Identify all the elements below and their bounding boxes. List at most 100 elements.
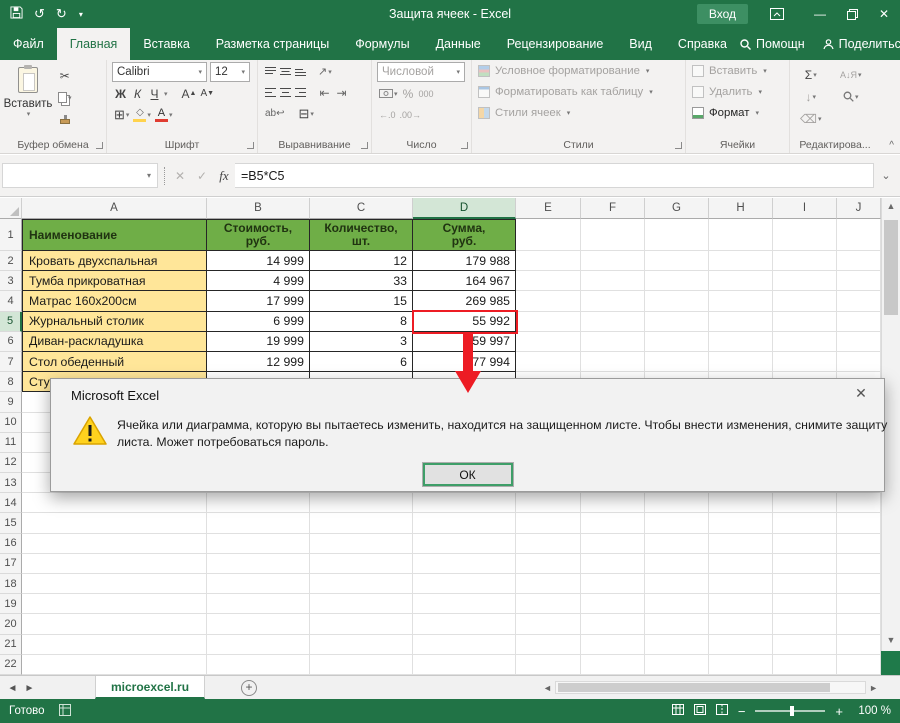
cell-H3[interactable]	[709, 271, 773, 291]
cell-G7[interactable]	[645, 352, 709, 372]
insert-cells-button[interactable]: Вставить▾	[686, 60, 789, 81]
cell-I15[interactable]	[773, 513, 837, 533]
cell-D22[interactable]	[413, 655, 516, 675]
cell-D15[interactable]	[413, 513, 516, 533]
cell-H16[interactable]	[709, 534, 773, 554]
cell-H18[interactable]	[709, 574, 773, 594]
zoom-level[interactable]: 100 %	[853, 705, 891, 717]
cell-C14[interactable]	[310, 493, 413, 513]
cell-A7[interactable]: Стол обеденный	[22, 352, 207, 372]
cell-I1[interactable]	[773, 219, 837, 251]
cell-J15[interactable]	[837, 513, 881, 533]
row-header-4[interactable]: 4	[0, 291, 22, 311]
row-header-16[interactable]: 16	[0, 534, 22, 554]
cell-C6[interactable]: 3	[310, 332, 413, 352]
scroll-down-icon[interactable]: ▼	[882, 635, 900, 645]
cell-C18[interactable]	[310, 574, 413, 594]
align-top-icon[interactable]	[264, 66, 277, 77]
font-name-combo[interactable]: Calibri▾	[112, 62, 207, 82]
cell-I16[interactable]	[773, 534, 837, 554]
cell-G5[interactable]	[645, 312, 709, 332]
cell-B21[interactable]	[207, 635, 310, 655]
ribbon-tab-insert[interactable]: Вставка	[130, 28, 202, 60]
cell-A4[interactable]: Матрас 160x200см	[22, 291, 207, 311]
underline-button[interactable]: Ч	[146, 84, 163, 103]
cell-H21[interactable]	[709, 635, 773, 655]
cell-J4[interactable]	[837, 291, 881, 311]
cell-B4[interactable]: 17 999	[207, 291, 310, 311]
row-header-22[interactable]: 22	[0, 655, 22, 675]
cell-D20[interactable]	[413, 614, 516, 634]
decrease-decimal-button[interactable]: .00→	[398, 105, 424, 124]
cell-B14[interactable]	[207, 493, 310, 513]
col-header-A[interactable]: A	[22, 198, 207, 219]
cell-H2[interactable]	[709, 251, 773, 271]
cell-H19[interactable]	[709, 594, 773, 614]
row-header-12[interactable]: 12	[0, 453, 22, 473]
row-header-19[interactable]: 19	[0, 594, 22, 614]
number-dialog-launcher[interactable]	[461, 142, 468, 149]
cell-G4[interactable]	[645, 291, 709, 311]
fill-color-button[interactable]: ◇▾	[131, 105, 153, 124]
row-header-20[interactable]: 20	[0, 614, 22, 634]
vertical-scroll-thumb[interactable]	[884, 220, 898, 315]
next-sheet-icon[interactable]: ►	[21, 676, 38, 700]
share-item[interactable]: Поделиться	[823, 37, 900, 51]
row-header-11[interactable]: 11	[0, 433, 22, 453]
formula-input[interactable]: =B5*C5	[235, 163, 874, 188]
cell-D4[interactable]: 269 985	[413, 291, 516, 311]
increase-decimal-button[interactable]: ←.0	[377, 105, 398, 124]
format-painter-button[interactable]	[56, 110, 74, 129]
cell-A20[interactable]	[22, 614, 207, 634]
align-left-icon[interactable]	[264, 87, 277, 98]
cut-button[interactable]: ✂	[56, 66, 74, 85]
cell-J5[interactable]	[837, 312, 881, 332]
borders-button[interactable]: ⊞▾	[112, 105, 131, 124]
align-center-icon[interactable]	[279, 87, 292, 98]
new-sheet-button[interactable]: +	[241, 680, 257, 696]
clear-button[interactable]: ⌫▾	[798, 109, 823, 128]
cell-E22[interactable]	[516, 655, 581, 675]
ribbon-tab-page-layout[interactable]: Разметка страницы	[203, 28, 342, 60]
cell-C22[interactable]	[310, 655, 413, 675]
collapse-ribbon-icon[interactable]: ^	[889, 140, 894, 151]
scroll-left-icon[interactable]: ◄	[543, 683, 552, 693]
ribbon-display-options-icon[interactable]	[762, 8, 792, 20]
cell-C21[interactable]	[310, 635, 413, 655]
horizontal-scroll-thumb[interactable]	[558, 683, 830, 692]
cell-J19[interactable]	[837, 594, 881, 614]
col-header-F[interactable]: F	[581, 198, 645, 219]
cancel-entry-icon[interactable]: ✕	[169, 163, 191, 188]
cell-F20[interactable]	[581, 614, 645, 634]
col-header-G[interactable]: G	[645, 198, 709, 219]
align-right-icon[interactable]	[294, 87, 307, 98]
cell-J22[interactable]	[837, 655, 881, 675]
row-header-3[interactable]: 3	[0, 271, 22, 291]
cell-J1[interactable]	[837, 219, 881, 251]
enter-entry-icon[interactable]: ✓	[191, 163, 213, 188]
cell-D2[interactable]: 179 988	[413, 251, 516, 271]
cell-D21[interactable]	[413, 635, 516, 655]
clipboard-dialog-launcher[interactable]	[96, 142, 103, 149]
cell-F21[interactable]	[581, 635, 645, 655]
cell-E6[interactable]	[516, 332, 581, 352]
row-header-21[interactable]: 21	[0, 635, 22, 655]
cell-B7[interactable]: 12 999	[207, 352, 310, 372]
cell-G21[interactable]	[645, 635, 709, 655]
cell-H4[interactable]	[709, 291, 773, 311]
redo-icon[interactable]: ↻	[56, 6, 67, 22]
cell-G6[interactable]	[645, 332, 709, 352]
cell-A5[interactable]: Журнальный столик	[22, 312, 207, 332]
cell-J3[interactable]	[837, 271, 881, 291]
shrink-font-button[interactable]: А▼	[198, 84, 216, 103]
horizontal-scroll-track[interactable]	[555, 681, 866, 694]
wrap-text-button[interactable]: ab↩	[263, 104, 287, 123]
cell-B17[interactable]	[207, 554, 310, 574]
row-header-10[interactable]: 10	[0, 413, 22, 433]
cell-C3[interactable]: 33	[310, 271, 413, 291]
grow-font-button[interactable]: А▲	[180, 84, 199, 103]
font-size-combo[interactable]: 12▾	[210, 62, 250, 82]
sheet-tab-active[interactable]: microexcel.ru	[95, 676, 205, 699]
cell-A19[interactable]	[22, 594, 207, 614]
cell-F18[interactable]	[581, 574, 645, 594]
